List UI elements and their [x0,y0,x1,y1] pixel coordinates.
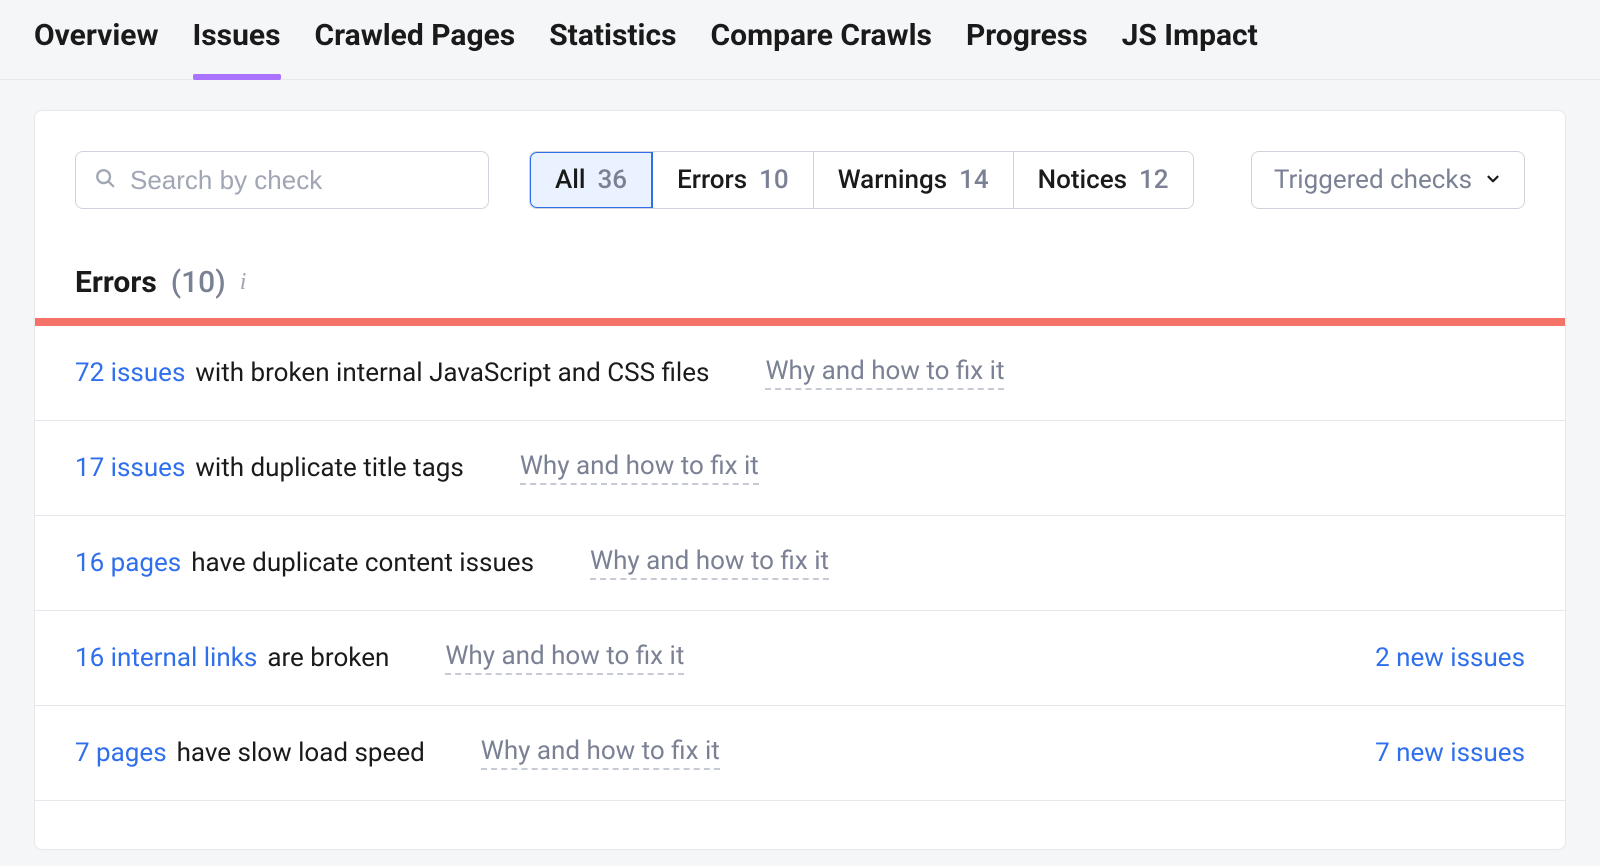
section-title: Errors [75,265,157,300]
issue-text: 72 issues with broken internal JavaScrip… [75,358,709,388]
search-icon [94,167,116,193]
fix-link[interactable]: Why and how to fix it [520,451,759,485]
new-issues-link[interactable]: 7 new issues [1375,738,1525,768]
issue-description: with broken internal JavaScript and CSS … [195,358,709,388]
triggered-checks-dropdown[interactable]: Triggered checks [1251,151,1525,209]
tab-issues[interactable]: Issues [193,18,281,79]
issue-text: 16 pages have duplicate content issues [75,548,534,578]
tab-compare-crawls[interactable]: Compare Crawls [711,18,932,79]
issue-count-link[interactable]: 16 pages [75,548,181,578]
issue-description: have slow load speed [177,738,425,768]
fix-link[interactable]: Why and how to fix it [481,736,720,770]
issue-row: 16 pages have duplicate content issues W… [35,516,1565,611]
fix-link[interactable]: Why and how to fix it [765,356,1004,390]
filter-count: 10 [759,165,789,195]
filter-label: Warnings [838,165,947,195]
errors-accent-bar [35,318,1565,326]
filter-warnings[interactable]: Warnings 14 [814,152,1014,208]
controls-row: All 36 Errors 10 Warnings 14 Notices 12 … [35,111,1565,209]
issue-row: 16 internal links are broken Why and how… [35,611,1565,706]
filter-all[interactable]: All 36 [529,151,653,209]
section-header: Errors (10) i [35,209,1565,318]
new-issues-link[interactable]: 2 new issues [1375,643,1525,673]
issue-description: are broken [267,643,389,673]
filter-count: 14 [959,165,989,195]
issue-count-link[interactable]: 7 pages [75,738,167,768]
filter-label: Notices [1038,165,1127,195]
tab-progress[interactable]: Progress [966,18,1088,79]
filter-label: Errors [677,165,747,195]
filter-label: All [555,165,586,195]
filter-segment: All 36 Errors 10 Warnings 14 Notices 12 [529,151,1194,209]
info-icon[interactable]: i [240,269,247,296]
search-input-wrap[interactable] [75,151,489,209]
main-tabs: Overview Issues Crawled Pages Statistics… [0,0,1600,80]
filter-count: 36 [598,165,628,195]
issues-panel: All 36 Errors 10 Warnings 14 Notices 12 … [34,110,1566,850]
search-input[interactable] [130,165,470,196]
issue-row: 72 issues with broken internal JavaScrip… [35,326,1565,421]
fix-link[interactable]: Why and how to fix it [445,641,684,675]
issue-row: 17 issues with duplicate title tags Why … [35,421,1565,516]
section-count: (10) [171,265,226,300]
issue-row: 7 pages have slow load speed Why and how… [35,706,1565,801]
tab-crawled-pages[interactable]: Crawled Pages [315,18,516,79]
issue-count-link[interactable]: 17 issues [75,453,185,483]
filter-count: 12 [1139,165,1169,195]
tab-overview[interactable]: Overview [34,18,159,79]
issue-description: with duplicate title tags [195,453,463,483]
issue-description: have duplicate content issues [191,548,534,578]
tab-statistics[interactable]: Statistics [549,18,676,79]
issue-text: 17 issues with duplicate title tags [75,453,464,483]
issue-count-link[interactable]: 16 internal links [75,643,257,673]
filter-notices[interactable]: Notices 12 [1014,152,1193,208]
issue-text: 7 pages have slow load speed [75,738,425,768]
fix-link[interactable]: Why and how to fix it [590,546,829,580]
tab-js-impact[interactable]: JS Impact [1122,18,1258,79]
filter-errors[interactable]: Errors 10 [653,152,814,208]
issue-text: 16 internal links are broken [75,643,389,673]
chevron-down-icon [1484,165,1502,195]
triggered-checks-label: Triggered checks [1274,165,1472,195]
issue-count-link[interactable]: 72 issues [75,358,185,388]
